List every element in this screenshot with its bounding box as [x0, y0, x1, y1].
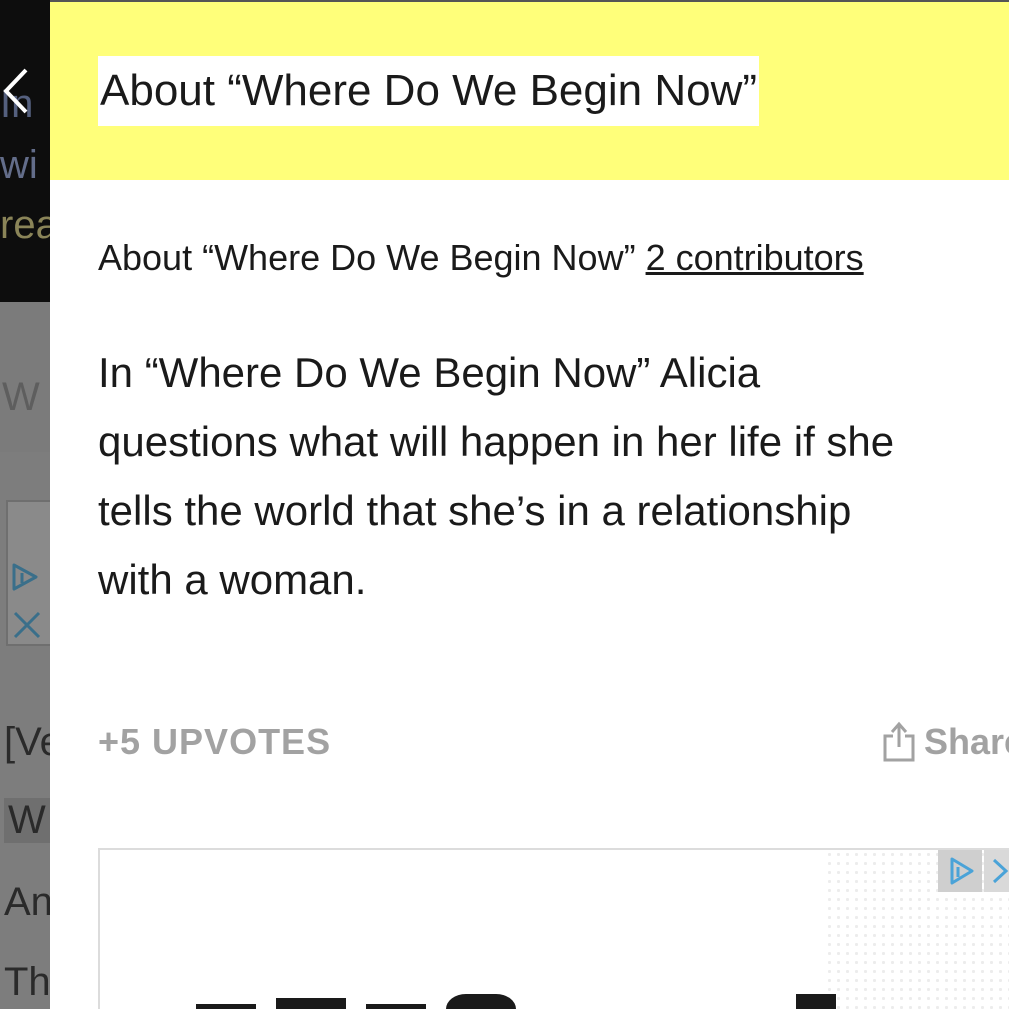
page-title: About “Where Do We Begin Now” — [98, 56, 760, 126]
about-label: About “Where Do We Begin Now” — [98, 237, 636, 278]
panel-header: About “Where Do We Begin Now” — [50, 2, 1009, 180]
body-line: tells the world that she’s in a relation… — [98, 487, 852, 534]
contributors-link[interactable]: 2 contributors — [646, 237, 864, 278]
share-icon — [883, 721, 915, 762]
annotation-body: In “Where Do We Begin Now” Alicia questi… — [98, 338, 998, 614]
share-button[interactable]: Share — [882, 718, 1009, 766]
lyric-line: Th — [4, 960, 51, 1004]
ad-close-icon[interactable] — [984, 850, 1009, 892]
ad-choices-icon[interactable] — [10, 562, 40, 592]
background-section-text: W — [2, 375, 40, 419]
annotation-panel: About “Where Do We Begin Now” About “Whe… — [50, 0, 1009, 1009]
about-heading: About “Where Do We Begin Now” 2 contribut… — [98, 236, 864, 280]
back-arrow-icon[interactable] — [0, 62, 40, 120]
upvotes-count[interactable]: +5 UPVOTES — [98, 720, 331, 764]
ad-headline-fragment — [196, 994, 836, 1009]
lyric-line: W — [4, 798, 50, 843]
background-text-line: wi — [0, 143, 38, 187]
ad-frame[interactable] — [98, 848, 1009, 1009]
close-icon[interactable] — [12, 610, 42, 640]
share-label: Share — [924, 721, 1009, 762]
lyric-line: An — [4, 880, 53, 924]
body-line: questions what will happen in her life i… — [98, 418, 895, 465]
body-line: with a woman. — [98, 556, 367, 603]
body-line: In “Where Do We Begin Now” Alicia — [98, 349, 761, 396]
ad-choices-icon[interactable] — [938, 850, 982, 892]
